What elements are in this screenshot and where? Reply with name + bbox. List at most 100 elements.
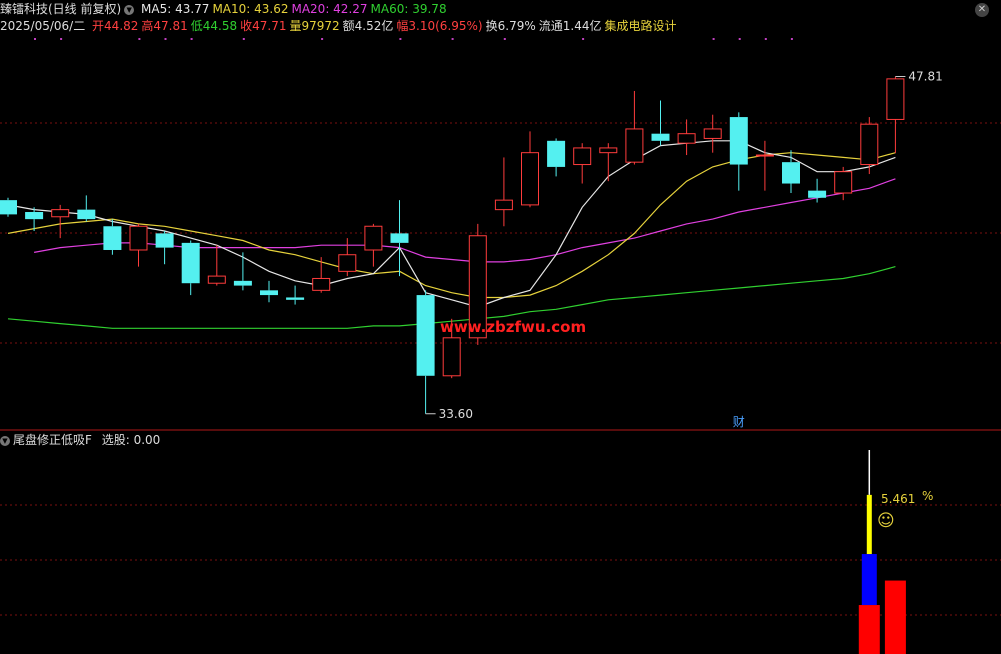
candle-21 bbox=[547, 138, 566, 177]
candle-body-3 bbox=[77, 209, 96, 220]
candle-body-9 bbox=[233, 280, 252, 286]
header-dot-21 bbox=[582, 38, 585, 40]
indicator-segment-0-1 bbox=[861, 554, 877, 606]
candle-body-16 bbox=[416, 295, 435, 376]
candle-body-24 bbox=[625, 128, 644, 163]
header-dot-28 bbox=[764, 38, 767, 40]
candle-body-1 bbox=[25, 212, 44, 220]
ma20-line bbox=[33, 178, 896, 263]
candle-4 bbox=[103, 219, 122, 255]
candle-body-15 bbox=[390, 233, 409, 243]
candlesticks bbox=[0, 76, 905, 414]
header-dot-8 bbox=[242, 38, 245, 40]
candle-body-22 bbox=[573, 147, 592, 166]
ma10-line bbox=[7, 152, 896, 299]
candle-5 bbox=[129, 223, 148, 267]
candle-20 bbox=[521, 131, 539, 208]
candle-16 bbox=[416, 290, 435, 414]
indicator-value: 5.461 bbox=[881, 492, 915, 506]
header-dot-0 bbox=[34, 38, 36, 40]
indicator-title[interactable]: 尾盘修正低吸F bbox=[13, 433, 92, 447]
candle-8 bbox=[207, 245, 226, 286]
candle-body-7 bbox=[181, 242, 200, 284]
header-dot-26 bbox=[712, 38, 715, 40]
header-dot-18 bbox=[503, 38, 506, 40]
quote-label-7: 换6.79% bbox=[485, 19, 536, 33]
candle-body-6 bbox=[155, 233, 174, 248]
stock-name[interactable]: 臻镭科技(日线 前复权) bbox=[0, 2, 121, 16]
header-dot-27 bbox=[738, 38, 741, 40]
header-dot-16 bbox=[451, 38, 454, 40]
dropdown-icon[interactable]: ▼ bbox=[124, 4, 135, 15]
candle-26 bbox=[677, 119, 696, 156]
candle-13 bbox=[338, 238, 357, 277]
indicator-percent: % bbox=[922, 489, 933, 503]
candle-body-4 bbox=[103, 226, 122, 250]
indicator-bar-0 bbox=[858, 450, 880, 654]
candle-14 bbox=[364, 223, 383, 267]
candle-body-20 bbox=[521, 152, 539, 206]
header-dot-29 bbox=[790, 38, 793, 40]
quote-label-8: 流通1.44亿 bbox=[538, 19, 602, 33]
quote-label-3: 收47.71 bbox=[240, 19, 287, 33]
candle-body-25 bbox=[651, 133, 670, 141]
quote-label-2: 低44.58 bbox=[190, 19, 238, 33]
candle-23 bbox=[599, 143, 618, 182]
candle-6 bbox=[155, 231, 174, 265]
ma-label-1: MA10: 43.62 bbox=[212, 2, 289, 16]
candle-body-5 bbox=[129, 225, 148, 251]
candle-body-8 bbox=[207, 275, 226, 284]
candle-27 bbox=[703, 114, 722, 153]
candle-24 bbox=[625, 90, 644, 165]
candle-body-13 bbox=[338, 254, 357, 272]
candle-body-17 bbox=[442, 337, 461, 377]
annotation-label-1: 33.60 bbox=[439, 407, 473, 421]
indicator-header: ▼ 尾盘修正低吸F 选股: 0.00 bbox=[0, 432, 160, 448]
candle-body-31 bbox=[808, 190, 827, 198]
quote-label-5: 额4.52亿 bbox=[342, 19, 394, 33]
candle-10 bbox=[260, 280, 278, 303]
candle-7 bbox=[181, 240, 200, 296]
header-dot-6 bbox=[190, 38, 193, 40]
candle-32 bbox=[834, 166, 853, 201]
indicator-segment-0-2 bbox=[866, 494, 872, 555]
indicator-segment-0-0 bbox=[858, 605, 880, 654]
candle-body-19 bbox=[494, 199, 513, 211]
header-dot-11 bbox=[321, 38, 324, 40]
candle-body-34 bbox=[886, 78, 905, 120]
candle-body-27 bbox=[703, 128, 722, 139]
ma-label-3: MA60: 39.78 bbox=[370, 2, 447, 16]
smiley-icon: ☺ bbox=[877, 511, 895, 531]
indicator-dropdown-icon[interactable]: ▼ bbox=[0, 435, 10, 446]
finance-marker: 财 bbox=[733, 415, 745, 429]
candle-body-29 bbox=[755, 154, 774, 157]
candle-9 bbox=[233, 252, 252, 291]
quote-label-1: 高47.81 bbox=[141, 19, 188, 33]
candle-28 bbox=[729, 112, 748, 191]
indicator-segment-1-0 bbox=[884, 580, 906, 654]
header-quote-row: 2025/05/06/二 开44.82 高47.81 低44.58 收47.71 量97… bbox=[0, 18, 683, 34]
candle-body-26 bbox=[677, 133, 696, 144]
candle-body-12 bbox=[312, 277, 331, 291]
quote-label-4: 量97972 bbox=[289, 19, 340, 33]
ma-legend: MA5: 43.77 MA10: 43.62 MA20: 42.27 MA60: 39… bbox=[141, 2, 450, 16]
close-icon[interactable]: ✕ bbox=[975, 3, 989, 17]
candle-body-10 bbox=[260, 290, 278, 296]
candle-body-2 bbox=[51, 209, 70, 218]
candle-3 bbox=[77, 195, 96, 222]
quote-label-6: 幅3.10(6.95%) bbox=[396, 19, 483, 33]
candle-15 bbox=[390, 200, 409, 277]
ma-label-0: MA5: 43.77 bbox=[141, 2, 210, 16]
indicator-bar-1 bbox=[884, 580, 906, 654]
header-dot-14 bbox=[399, 38, 402, 40]
header-dot-4 bbox=[138, 38, 141, 40]
quote-legend: 开44.82 高47.81 低44.58 收47.71 量97972 额4.52亿 幅3.1… bbox=[92, 19, 679, 33]
candle-33 bbox=[860, 117, 879, 175]
candle-body-23 bbox=[599, 147, 618, 154]
annotation-label-0: 47.81 bbox=[908, 69, 942, 83]
candle-body-28 bbox=[729, 117, 748, 165]
header-dot-5 bbox=[164, 38, 167, 40]
candle-12 bbox=[312, 257, 331, 293]
quote-label-9: 集成电路设计 bbox=[604, 19, 677, 33]
candle-11 bbox=[286, 285, 305, 305]
